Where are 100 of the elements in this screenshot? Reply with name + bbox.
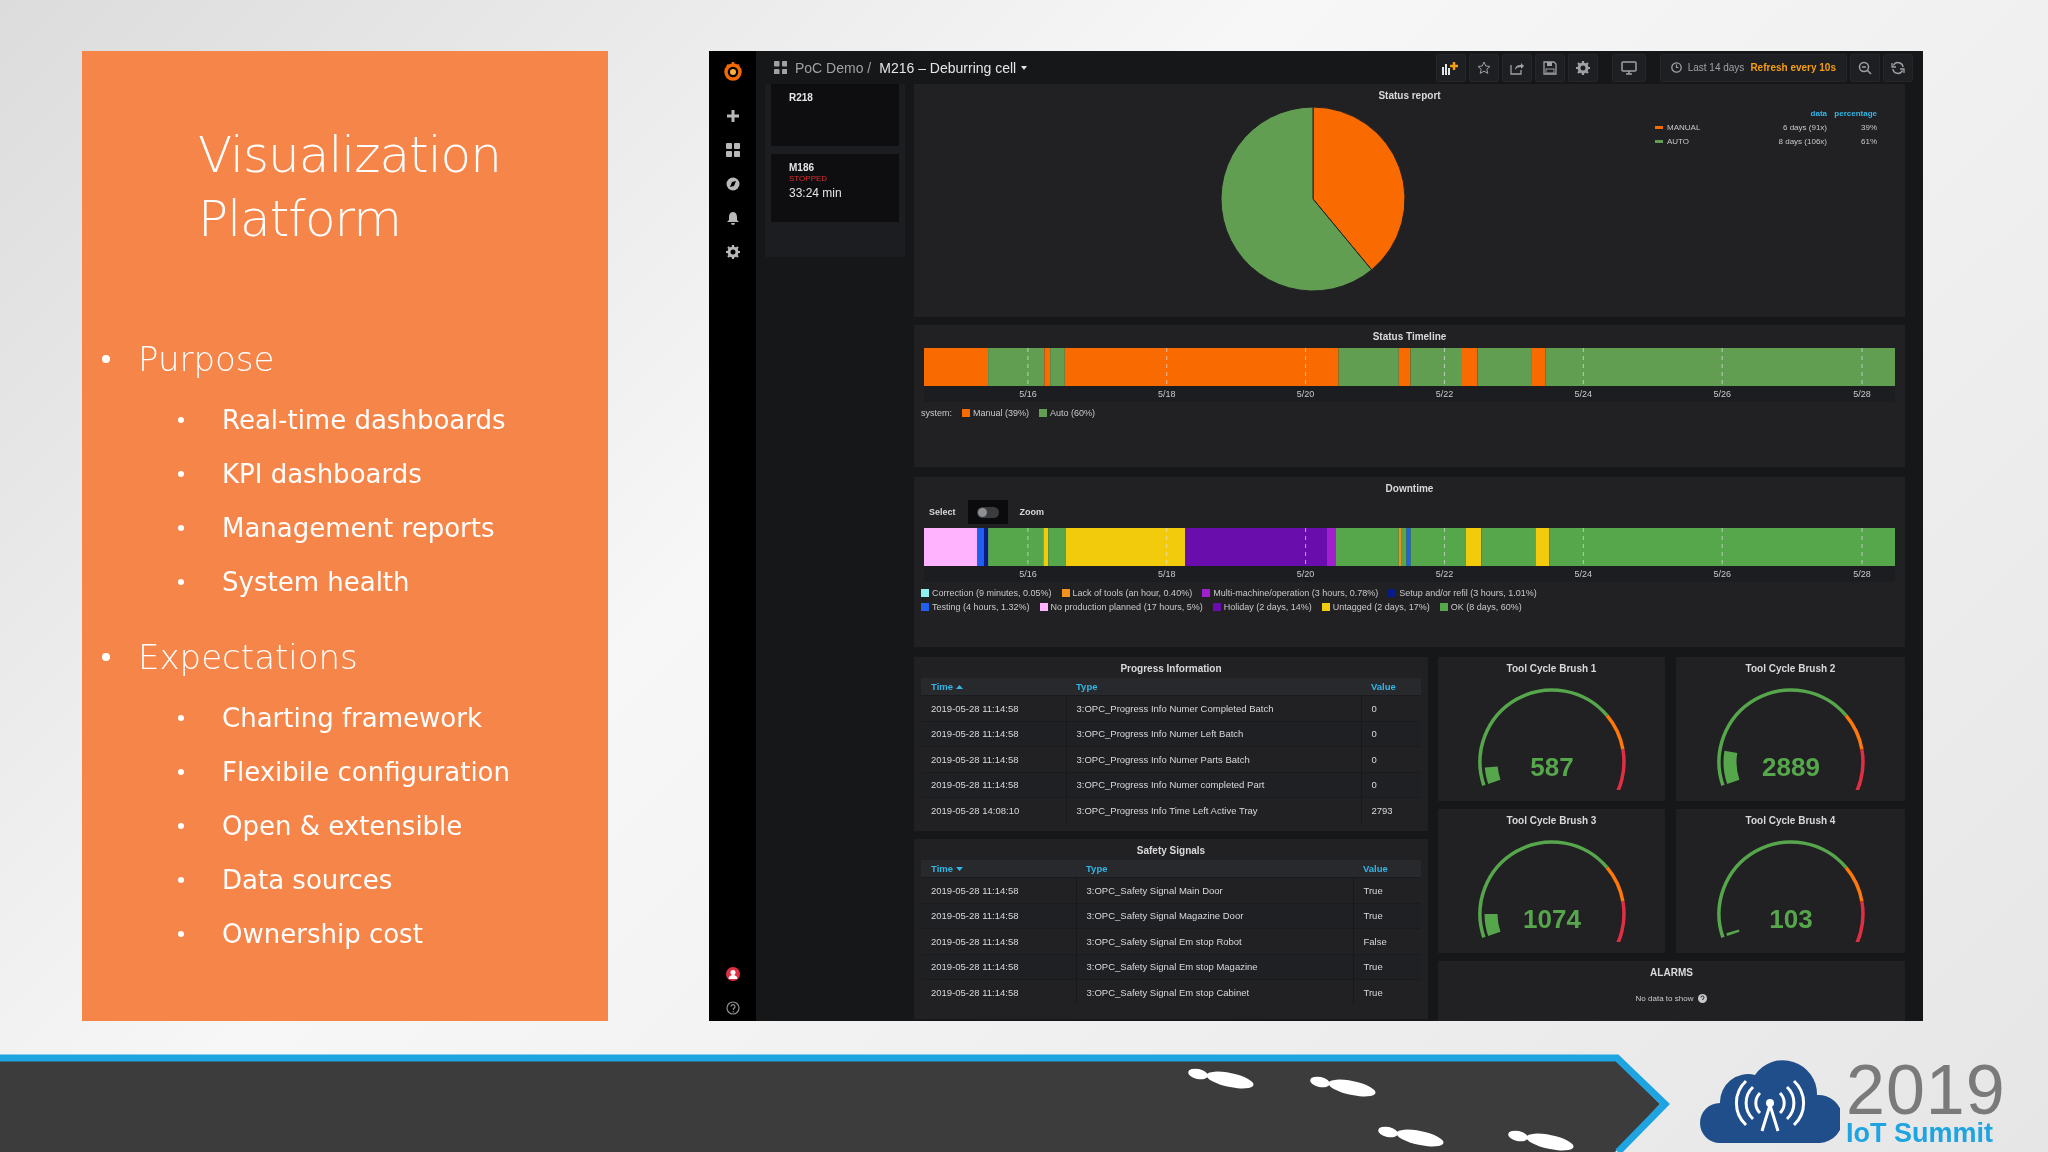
panel-title: Status Timeline — [1371, 330, 1448, 342]
grafana-logo-icon[interactable] — [722, 61, 743, 81]
axis-tick-label: 5/18 — [1158, 389, 1176, 399]
legend-item[interactable]: Correction (9 minutes, 0.05%) — [921, 588, 1052, 598]
table-cell: 0 — [1361, 721, 1421, 747]
bullet-text: Ownership cost — [222, 919, 423, 949]
machine-duration: 33:24 min — [789, 186, 843, 200]
legend-percentage: 39% — [1860, 123, 1877, 132]
panel-title: Downtime — [1384, 482, 1435, 494]
axis-tick-label: 5/24 — [1574, 569, 1593, 579]
axis-tick-label: 5/20 — [1296, 569, 1315, 579]
legend-header[interactable]: percentage — [1827, 109, 1877, 118]
legend-item[interactable]: Holiday (2 days, 14%) — [1212, 602, 1312, 612]
refresh-button[interactable] — [1883, 53, 1913, 82]
legend-item[interactable]: Lack of tools (an hour, 0.40%) — [1061, 588, 1193, 598]
toggle-label: Select — [929, 507, 956, 517]
time-range-text: Last 14 days — [1687, 62, 1745, 73]
panel-title: Status report — [1377, 89, 1442, 101]
legend-item[interactable]: Untagged (2 days, 17%) — [1321, 602, 1430, 612]
bullet-text: Expectations — [138, 637, 358, 677]
bullet-icon — [178, 931, 184, 937]
help-icon[interactable] — [1698, 994, 1708, 1003]
column-header[interactable]: Value — [1353, 860, 1421, 878]
bullet-text: System health — [222, 567, 410, 597]
legend-item[interactable]: Multi-machine/operation (3 hours, 0.78%) — [1202, 588, 1379, 598]
bullet-icon — [178, 823, 184, 829]
avatar-icon[interactable] — [725, 967, 740, 981]
dashboards-icon[interactable] — [725, 143, 740, 157]
axis-tick-label: 5/20 — [1296, 389, 1315, 399]
legend-item[interactable]: No production planned (17 hours, 5%) — [1039, 602, 1203, 612]
machine-name: M186 — [789, 162, 815, 173]
panel-title: ALARMS — [1650, 966, 1693, 978]
legend-item[interactable]: OK (8 days, 60%) — [1439, 602, 1522, 612]
table-cell: 3:OPC_Safety Signal Magazine Door — [1076, 903, 1353, 929]
gauge-fill — [1723, 751, 1740, 784]
add-panel-button[interactable] — [1435, 53, 1466, 82]
settings-button[interactable] — [1567, 53, 1598, 82]
bullet-icon — [178, 715, 184, 721]
column-header[interactable]: Time — [921, 860, 1076, 878]
panel-title: Tool Cycle Brush 1 — [1506, 662, 1597, 674]
dashboard-title[interactable]: M216 – Deburring cell — [879, 59, 1028, 76]
gauge-fill — [1484, 913, 1501, 936]
bullet-icon — [178, 417, 184, 423]
axis-tick-label: 5/28 — [1853, 389, 1871, 399]
table-cell: 3:OPC_Progress Info Numer completed Part — [1066, 772, 1361, 798]
cloud-antenna-icon — [1700, 1059, 1840, 1145]
axis-tick-label: 5/16 — [1019, 389, 1037, 399]
gauge-fill — [1484, 766, 1501, 784]
axis-tick-label: 5/28 — [1853, 569, 1871, 579]
panel-title: Progress Information — [1119, 662, 1223, 674]
column-header[interactable]: Time — [921, 678, 1066, 696]
save-button[interactable] — [1534, 53, 1565, 82]
bullet-icon — [102, 653, 110, 661]
star-button[interactable] — [1468, 53, 1499, 82]
legend-name[interactable]: AUTO — [1667, 137, 1757, 146]
compass-icon[interactable] — [725, 177, 740, 191]
panel-title: Tool Cycle Brush 3 — [1506, 814, 1597, 826]
legend-item[interactable]: Manual (39%) — [962, 408, 1030, 418]
clock-icon — [1670, 62, 1682, 73]
zoom-out-button[interactable] — [1850, 53, 1880, 82]
axis-tick-label: 5/24 — [1574, 389, 1593, 399]
axis-tick-label: 5/22 — [1435, 569, 1454, 579]
settings-icon[interactable] — [725, 245, 740, 259]
column-header[interactable]: Type — [1076, 860, 1353, 878]
legend-label: system: — [921, 408, 952, 418]
column-header[interactable]: Type — [1066, 678, 1361, 696]
column-header[interactable]: Value — [1361, 678, 1421, 696]
table-cell: 2019-05-28 11:14:58 — [921, 772, 1066, 798]
refresh-icon — [1891, 60, 1905, 75]
bell-icon[interactable] — [725, 211, 740, 225]
panel-title: Tool Cycle Brush 2 — [1745, 662, 1836, 674]
share-button[interactable] — [1501, 53, 1532, 82]
table-cell: True — [1353, 903, 1421, 929]
toggle-switch[interactable] — [976, 506, 999, 518]
table-cell: 0 — [1361, 772, 1421, 798]
table-cell: 2019-05-28 11:14:58 — [921, 954, 1076, 980]
bullet-text: Data sources — [222, 865, 393, 895]
table-cell: 2019-05-28 11:14:58 — [921, 903, 1076, 929]
legend-name[interactable]: MANUAL — [1667, 123, 1757, 132]
table-cell: 3:OPC_Progress Info Numer Left Batch — [1066, 721, 1361, 747]
breadcrumb-link[interactable]: PoC Demo / — [795, 59, 872, 76]
legend-header[interactable]: data — [1757, 109, 1827, 118]
time-picker[interactable]: Last 14 days Refresh every 10s — [1659, 53, 1847, 82]
bullet-text: KPI dashboards — [222, 459, 422, 489]
legend-item[interactable]: Auto (60%) — [1039, 408, 1096, 418]
axis-tick-label: 5/26 — [1713, 569, 1731, 579]
table-cell: True — [1353, 979, 1421, 1005]
bullet-icon — [102, 355, 110, 363]
gauge-value: 1074 — [1522, 904, 1581, 934]
help-icon[interactable] — [725, 1001, 740, 1015]
bullet-text: Flexibile configuration — [222, 757, 510, 787]
axis-tick-label: 5/22 — [1435, 389, 1454, 399]
dashboards-icon — [774, 61, 787, 74]
caret-icon — [1021, 65, 1028, 70]
tv-mode-button[interactable] — [1611, 53, 1646, 82]
legend-item[interactable]: Testing (4 hours, 1.32%) — [921, 602, 1030, 612]
bullet-icon — [178, 877, 184, 883]
zoom-out-icon — [1858, 60, 1872, 75]
plus-icon[interactable] — [725, 109, 740, 123]
legend-item[interactable]: Setup and/or refil (3 hours, 1.01%) — [1388, 588, 1537, 598]
